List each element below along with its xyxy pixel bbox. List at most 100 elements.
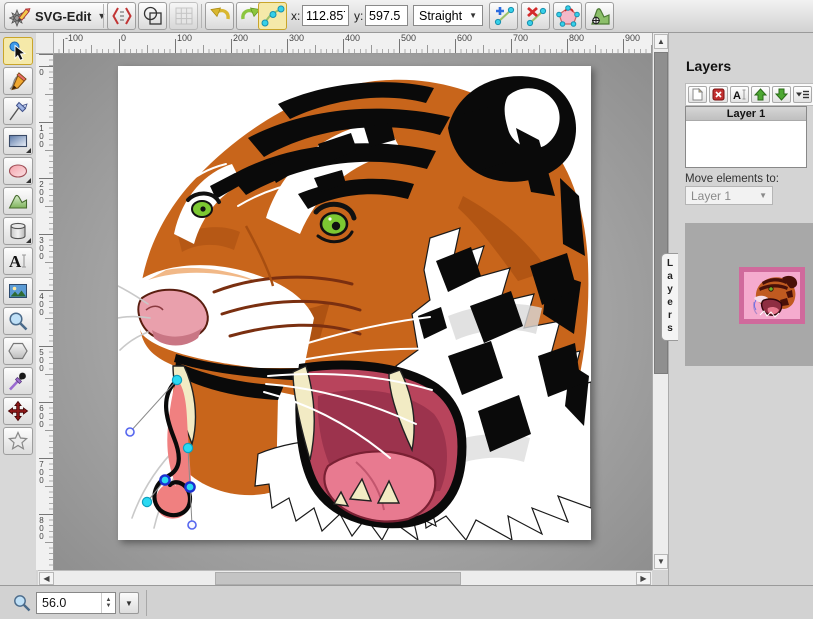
star-tool-button[interactable] — [3, 427, 33, 455]
node-edit-icon — [261, 4, 285, 28]
move-layer-up-button[interactable] — [751, 86, 770, 103]
move-layer-down-button[interactable] — [772, 86, 791, 103]
x-coordinate-input[interactable] — [302, 5, 349, 26]
rect-tool-button[interactable] — [3, 127, 33, 155]
ruler-top-label: 300 — [289, 33, 304, 43]
move-elements-value: Layer 1 — [691, 189, 731, 203]
left-arrow-icon: ◀ — [43, 574, 49, 583]
segment-type-select[interactable]: Straight ▼ — [413, 5, 483, 26]
svg-text:A: A — [733, 90, 741, 101]
layers-sidebar-toggle-tab[interactable]: Layers — [661, 253, 678, 341]
dropdown-caret-icon: ▼ — [125, 599, 133, 608]
rename-layer-button[interactable]: A — [730, 86, 749, 103]
text-tool-button[interactable]: A — [3, 247, 33, 275]
svg-text:A: A — [9, 252, 22, 271]
polygon-hexagon-icon — [7, 340, 29, 362]
layer-menu-button[interactable] — [793, 86, 812, 103]
toolbar-separator — [201, 4, 202, 28]
select-tool-icon — [7, 40, 29, 62]
top-toolbar: SVG-Edit ▼ — [0, 0, 813, 33]
ruler-top-label: 500 — [401, 33, 416, 43]
toolbar-separator — [103, 4, 104, 28]
add-subpath-button[interactable] — [585, 2, 614, 30]
scroll-down-button[interactable]: ▼ — [654, 554, 668, 569]
text-tool-icon: A — [7, 250, 29, 272]
source-code-button[interactable] — [107, 2, 136, 30]
move-elements-select[interactable]: Layer 1 ▼ — [685, 186, 773, 205]
shape-library-button[interactable] — [3, 217, 33, 245]
add-node-button[interactable] — [489, 2, 518, 30]
flyout-arrow-icon — [26, 178, 31, 183]
right-sidebar: Layers A — [668, 33, 813, 585]
source-code-icon — [111, 5, 133, 27]
pan-arrows-icon — [7, 400, 29, 422]
move-select-caret-icon: ▼ — [759, 191, 767, 200]
layer-list[interactable]: Layer 1 — [685, 106, 807, 168]
zoom-tool-icon — [7, 310, 29, 332]
undo-button[interactable] — [205, 2, 234, 30]
zoom-preset-dropdown-button[interactable]: ▼ — [119, 592, 139, 614]
select-tool-button[interactable] — [3, 37, 33, 65]
right-arrow-icon: ▶ — [640, 574, 646, 583]
horizontal-scroll-thumb[interactable] — [215, 572, 461, 585]
delete-node-button[interactable] — [521, 2, 550, 30]
flyout-arrow-icon — [26, 148, 31, 153]
ruler-left-label: 300 — [37, 236, 46, 260]
ellipse-tool-button[interactable] — [3, 157, 33, 185]
node-edit-mode-button[interactable] — [258, 2, 287, 30]
vertical-ruler: 0100200300400500600700800900 — [36, 54, 54, 570]
layer-buttons-row: A — [685, 83, 813, 106]
y-coordinate-input[interactable] — [365, 5, 408, 26]
spin-down-icon: ▼ — [106, 603, 112, 609]
x-coordinate-label: x: — [291, 9, 300, 23]
line-tool-button[interactable] — [3, 97, 33, 125]
new-layer-icon — [691, 88, 704, 101]
drawing-canvas[interactable] — [118, 66, 591, 540]
close-path-button[interactable] — [553, 2, 582, 30]
pencil-tool-button[interactable] — [3, 67, 33, 95]
main-menu-caret-icon: ▼ — [97, 11, 106, 21]
ruler-top-label: 200 — [233, 33, 248, 43]
star-tool-icon — [7, 430, 29, 452]
svg-edit-logo-icon — [9, 5, 31, 27]
scroll-right-button[interactable]: ▶ — [636, 572, 651, 585]
ruler-top-label: 800 — [569, 33, 584, 43]
path-tool-icon — [7, 190, 29, 212]
delete-layer-button[interactable] — [709, 86, 728, 103]
pan-tool-button[interactable] — [3, 397, 33, 425]
up-arrow-icon: ▲ — [657, 37, 665, 46]
ruler-top-label: 100 — [177, 33, 192, 43]
zoom-spinner[interactable]: ▲ ▼ — [101, 593, 115, 613]
ruler-left-label: 500 — [37, 348, 46, 372]
image-tool-button[interactable] — [3, 277, 33, 305]
grid-button[interactable] — [169, 2, 198, 30]
wireframe-button[interactable] — [138, 2, 167, 30]
delete-node-icon — [524, 4, 548, 28]
layer-up-arrow-icon — [754, 88, 767, 101]
layer-menu-icon — [796, 88, 810, 101]
zoom-level-value: 56.0 — [37, 596, 101, 610]
ruler-top-label: 900 — [625, 33, 640, 43]
new-layer-button[interactable] — [688, 86, 707, 103]
zoom-tool-button[interactable] — [3, 307, 33, 335]
tiger-artwork — [118, 66, 591, 540]
zoom-level-field[interactable]: 56.0 ▲ ▼ — [36, 592, 116, 614]
polygon-tool-button[interactable] — [3, 337, 33, 365]
ruler-corner — [36, 33, 54, 54]
eyedropper-tool-icon — [7, 370, 29, 392]
path-tool-button[interactable] — [3, 187, 33, 215]
scroll-left-button[interactable]: ◀ — [39, 572, 54, 585]
drawing-thumbnail — [739, 267, 805, 324]
statusbar-separator — [146, 590, 147, 616]
scroll-up-button[interactable]: ▲ — [654, 34, 668, 49]
eyedropper-tool-button[interactable] — [3, 367, 33, 395]
horizontal-scrollbar[interactable]: ◀ ▶ — [38, 570, 652, 585]
ruler-top-label: 600 — [457, 33, 472, 43]
layer-down-arrow-icon — [775, 88, 788, 101]
pencil-tool-icon — [7, 70, 29, 92]
horizontal-ruler: -10001002003004005006007008009001000 — [54, 33, 652, 54]
main-menu-button[interactable]: SVG-Edit ▼ — [4, 2, 115, 30]
layer-row[interactable]: Layer 1 — [686, 107, 806, 121]
add-node-icon — [492, 4, 516, 28]
workspace[interactable] — [54, 54, 652, 570]
